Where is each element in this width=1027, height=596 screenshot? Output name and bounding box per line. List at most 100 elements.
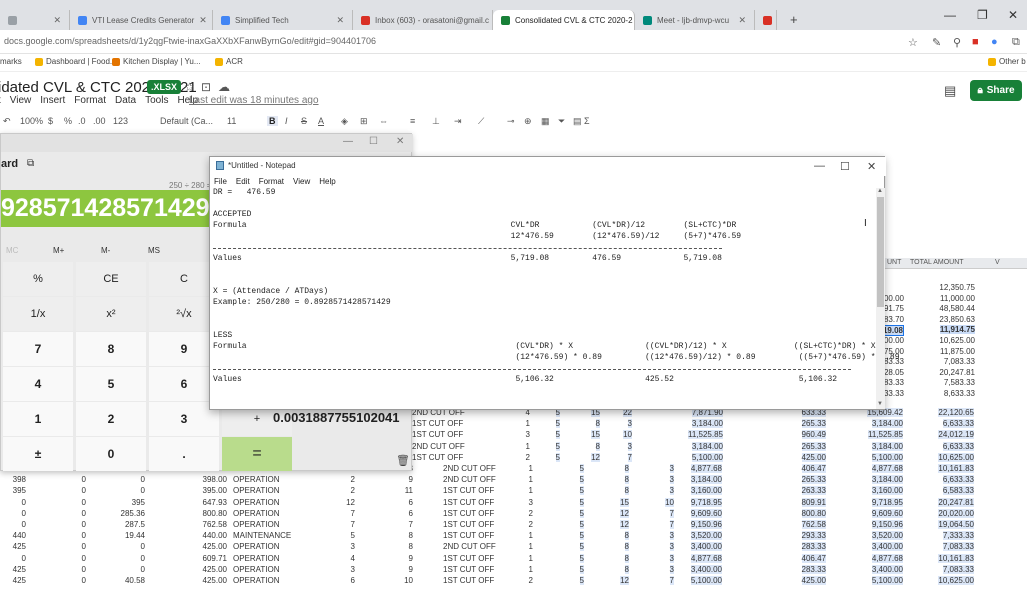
close-tab-icon[interactable]: ✕: [738, 15, 746, 26]
grid-cell[interactable]: 5: [351, 531, 355, 540]
grid-cell[interactable]: 395: [13, 486, 26, 495]
grid-cell[interactable]: 4,877.68: [871, 553, 903, 563]
grid-cell[interactable]: 2: [351, 486, 355, 495]
grid-cell[interactable]: 5: [579, 520, 584, 529]
grid-cell[interactable]: 0: [141, 475, 145, 484]
pen-extension-icon[interactable]: ✎: [932, 36, 941, 49]
grid-cell[interactable]: 3,160.00: [690, 486, 722, 496]
grid-cell[interactable]: 283.33: [801, 564, 826, 574]
grid-cell[interactable]: 800.80: [203, 509, 227, 518]
grid-cell[interactable]: 425: [13, 542, 26, 551]
grid-cell[interactable]: 3: [529, 498, 533, 507]
grid-cell[interactable]: 0: [82, 531, 86, 540]
menu-tools[interactable]: Tools: [145, 95, 168, 106]
grid-cell[interactable]: 19.08: [881, 325, 904, 337]
grid-cell[interactable]: 0: [82, 509, 86, 518]
grid-cell[interactable]: OPERATION: [233, 520, 280, 529]
menu-file[interactable]: File: [214, 177, 227, 186]
grid-cell[interactable]: 10,161.83: [938, 553, 974, 563]
grid-cell[interactable]: OPERATION: [233, 498, 280, 507]
calc-key[interactable]: 5: [76, 367, 146, 401]
grid-cell[interactable]: 12: [620, 520, 629, 529]
grid-cell[interactable]: 425: [13, 565, 26, 574]
horizontal-align-icon[interactable]: ≡: [410, 116, 415, 126]
grid-cell[interactable]: 5: [555, 419, 560, 429]
grid-cell[interactable]: 6,633.33: [942, 441, 974, 451]
grid-cell[interactable]: 10,625.00: [938, 576, 974, 585]
grid-cell[interactable]: 8: [595, 419, 600, 429]
menu-view[interactable]: View: [293, 177, 310, 186]
bookmark-item[interactable]: ACR: [215, 57, 243, 66]
grid-cell[interactable]: 283.33: [801, 542, 826, 552]
grid-cell[interactable]: 287.5: [125, 520, 145, 529]
grid-cell[interactable]: 7,333.33: [942, 531, 974, 541]
grid-cell[interactable]: 1ST CUT OFF: [443, 576, 494, 585]
grid-cell[interactable]: 28.05: [884, 368, 904, 377]
grid-cell[interactable]: 3: [669, 464, 674, 473]
grid-cell[interactable]: 0: [82, 554, 86, 563]
grid-cell[interactable]: 9,150.96: [871, 520, 903, 529]
grid-cell[interactable]: 425.00: [801, 576, 826, 585]
grid-cell[interactable]: 1ST CUT OFF: [443, 520, 494, 529]
comment-icon[interactable]: ▤: [944, 83, 956, 99]
grid-cell[interactable]: 1: [529, 464, 533, 473]
bookmark-item[interactable]: Dashboard | Food...: [35, 57, 117, 66]
star-icon[interactable]: ☆: [184, 80, 195, 94]
grid-cell[interactable]: 3,400.00: [690, 564, 722, 574]
grid-cell[interactable]: 0: [141, 565, 145, 574]
close-icon[interactable]: ✕: [867, 160, 876, 173]
calc-key[interactable]: 0: [76, 437, 146, 471]
grid-cell[interactable]: 1: [529, 542, 533, 551]
grid-cell[interactable]: 7: [409, 520, 413, 529]
insert-chart-icon[interactable]: ▦: [541, 116, 550, 127]
grid-cell[interactable]: 5: [579, 542, 584, 552]
grid-cell[interactable]: 8: [409, 531, 413, 540]
text-rotation-icon[interactable]: ⟋: [478, 116, 484, 127]
grid-cell[interactable]: 11,525.85: [868, 430, 903, 440]
grid-cell[interactable]: 2ND CUT OFF: [412, 442, 465, 451]
browser-tab[interactable]: Meet - ljb-dmvp-wcu ✕: [635, 10, 755, 30]
grid-cell[interactable]: 8: [624, 486, 629, 496]
grid-cell[interactable]: 4,877.68: [690, 464, 722, 473]
grid-cell[interactable]: 0: [82, 576, 86, 585]
grid-cell[interactable]: 8: [624, 475, 629, 485]
grid-cell[interactable]: 0: [22, 520, 26, 529]
grid-cell[interactable]: 8: [595, 441, 600, 451]
calc-key[interactable]: 2: [76, 402, 146, 436]
grid-cell[interactable]: 2: [526, 453, 530, 462]
grid-cell[interactable]: 12: [620, 576, 629, 585]
grid-cell[interactable]: 20,020.00: [938, 508, 974, 518]
new-tab-button[interactable]: +: [790, 12, 798, 27]
grid-cell[interactable]: 398: [13, 475, 26, 484]
grid-cell[interactable]: 0: [141, 486, 145, 495]
grid-cell[interactable]: 0: [82, 498, 86, 507]
browser-tab[interactable]: ✕: [0, 10, 70, 30]
grid-cell[interactable]: OPERATION: [233, 509, 280, 518]
calc-key[interactable]: 4: [3, 367, 73, 401]
grid-cell[interactable]: 12: [620, 508, 629, 518]
grid-cell[interactable]: 395.00: [203, 486, 227, 495]
grid-cell[interactable]: 800.80: [801, 508, 826, 518]
grid-cell[interactable]: 0: [82, 486, 86, 495]
grid-cell[interactable]: 24,012.19: [938, 430, 974, 440]
grid-cell[interactable]: 1ST CUT OFF: [443, 565, 494, 574]
grid-cell[interactable]: 3,184.00: [871, 475, 903, 485]
calc-key[interactable]: 1/x: [3, 297, 73, 331]
grid-cell[interactable]: 6: [351, 576, 355, 585]
grid-cell[interactable]: 5: [555, 452, 560, 462]
grid-cell[interactable]: 9: [409, 475, 413, 484]
grid-cell[interactable]: 2ND CUT OFF: [443, 542, 496, 551]
grid-cell[interactable]: 0: [82, 565, 86, 574]
total-amount-cell[interactable]: 10,625.00: [939, 336, 975, 345]
grid-cell[interactable]: 809.91: [801, 497, 826, 507]
grid-cell[interactable]: 1ST CUT OFF: [443, 531, 494, 540]
grid-cell[interactable]: 9: [409, 565, 413, 574]
grid-cell[interactable]: 12: [346, 498, 355, 507]
grid-cell[interactable]: 2: [351, 475, 355, 484]
grid-cell[interactable]: 293.33: [801, 531, 826, 541]
grid-cell[interactable]: 8: [624, 553, 629, 563]
grid-cell[interactable]: 5: [579, 531, 584, 541]
grid-cell[interactable]: 10,161.83: [938, 464, 974, 473]
memory-store-button[interactable]: MS: [148, 246, 160, 255]
browser-tab[interactable]: Consolidated CVL & CTC 2020-2✕: [493, 10, 635, 30]
